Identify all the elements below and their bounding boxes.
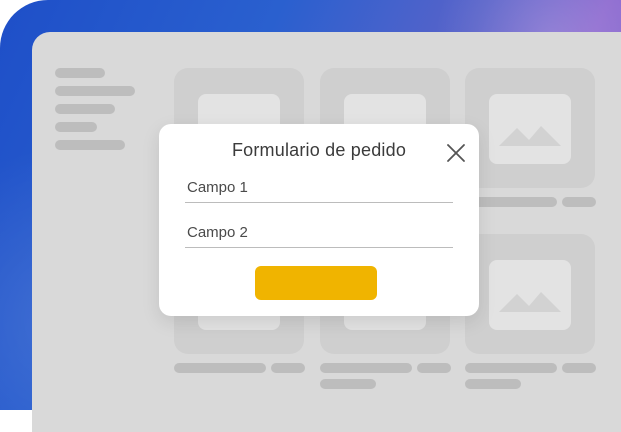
- card-caption-placeholder: [562, 363, 596, 373]
- card-caption-placeholder: [174, 363, 266, 373]
- sidebar-item[interactable]: [55, 68, 105, 78]
- close-button[interactable]: [445, 142, 467, 164]
- sidebar-item[interactable]: [55, 104, 115, 114]
- sidebar-item[interactable]: [55, 86, 135, 96]
- card-caption-placeholder: [271, 363, 305, 373]
- card-caption-placeholder: [465, 379, 521, 389]
- sidebar-item[interactable]: [55, 140, 125, 150]
- submit-button[interactable]: [255, 266, 377, 300]
- image-placeholder: [489, 94, 571, 164]
- close-icon: [447, 144, 465, 162]
- dialog-title: Formulario de pedido: [231, 140, 407, 160]
- image-icon: [499, 292, 561, 312]
- gallery-card[interactable]: [465, 234, 595, 354]
- image-placeholder: [489, 260, 571, 330]
- card-caption-placeholder: [320, 363, 412, 373]
- field-2-input[interactable]: Campo 2: [185, 223, 453, 248]
- card-caption-placeholder: [320, 379, 376, 389]
- gallery-card[interactable]: [465, 68, 595, 188]
- card-caption-placeholder: [465, 363, 557, 373]
- card-caption-placeholder: [417, 363, 451, 373]
- order-form-dialog: Formulario de pedido Campo 1 Campo 2: [159, 124, 479, 316]
- field-2-placeholder: Campo 2: [187, 224, 248, 241]
- sidebar-item[interactable]: [55, 122, 97, 132]
- field-1-placeholder: Campo 1: [187, 179, 248, 196]
- card-caption-placeholder: [562, 197, 596, 207]
- image-icon: [499, 126, 561, 146]
- field-1-input[interactable]: Campo 1: [185, 178, 453, 203]
